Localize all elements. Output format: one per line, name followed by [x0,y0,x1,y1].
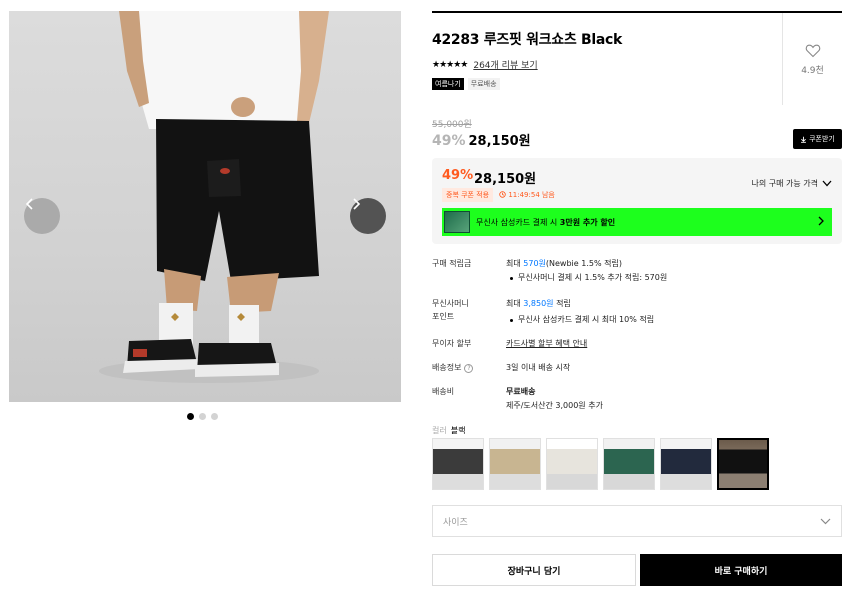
money-amount: 3,850원 [523,299,554,308]
card-image-icon [444,211,470,233]
product-image [9,11,401,402]
detail-row-points: 구매 적립금 최대 570원(Newbie 1.5% 적립) 무신사머니 결제 … [432,257,842,285]
shipping-fee-label: 배송비 [432,387,455,396]
product-tags: 여름나기 무료배송 [432,78,500,90]
color-key: 컬러 [432,426,447,435]
money-label-line2: 포인트 [432,312,455,321]
money-label-line1: 무신사머니 [432,299,469,308]
chevron-down-icon [822,180,832,187]
color-option-label: 컬러 블랙 [432,425,465,436]
points-value: 최대 570원(Newbie 1.5% 적립) 무신사머니 결제 시 1.5% … [506,257,667,285]
chevron-down-icon [820,518,831,524]
color-swatch-green[interactable] [603,438,655,490]
detail-row-installment: 무이자 할부 카드사별 할부 혜택 안내 [432,337,842,351]
money-value: 최대 3,850원 적립 무신사 삼성카드 결제 시 최대 10% 적립 [506,297,654,327]
review-link[interactable]: 264개 리뷰 보기 [473,58,537,71]
shipping-info-label-text: 배송정보 [432,363,462,372]
like-button[interactable]: 4.9천 [782,13,842,105]
promo-box: 49% 28,150원 나의 구매 가능 가격 중복 쿠폰 적용 11:49:5… [432,158,842,244]
color-value: 블랙 [450,426,466,435]
card-promo-banner[interactable]: 무신사 삼성카드 결제 시 3만원 추가 할인 [442,208,832,236]
rating-row: ★★★★★ 264개 리뷰 보기 [432,58,538,72]
shipping-fee-extra: 제주/도서산간 3,000원 추가 [506,401,603,410]
color-swatch-navy[interactable] [660,438,712,490]
installment-link[interactable]: 카드사별 할부 혜택 안내 [506,337,587,351]
heart-icon [805,44,820,57]
points-label: 구매 적립금 [432,259,472,268]
pagination-dot[interactable] [199,413,206,420]
coupon-applied-badge: 중복 쿠폰 적용 [442,188,494,202]
points-amount: 570원 [523,259,546,268]
money-label: 무신사머니 포인트 [432,297,506,327]
chevron-right-icon [353,198,361,210]
previous-image-button[interactable] [24,198,60,234]
like-count: 4.9천 [801,65,824,76]
download-icon [801,136,807,143]
image-pagination [187,413,218,420]
installment-label: 무이자 할부 [432,339,472,348]
discount-rate: 49% [432,133,466,149]
promo-price: 28,150원 [474,172,537,187]
shipping-info-label: 배송정보? [432,361,506,375]
card-banner-bold: 3만원 추가 할인 [559,217,616,227]
star-rating-icon: ★★★★★ [432,59,468,70]
pagination-dot[interactable] [211,413,218,420]
money-suffix: 적립 [553,299,571,308]
promo-sub-row: 중복 쿠폰 적용 11:49:54 남음 [442,188,555,202]
money-prefix: 최대 [506,299,524,308]
chevron-right-icon [818,216,824,226]
original-price: 55,000원 [432,120,472,130]
points-prefix: 최대 [506,259,524,268]
color-swatch-black[interactable] [717,438,769,490]
add-to-cart-button[interactable]: 장바구니 담기 [432,554,636,586]
color-swatch-white[interactable] [546,438,598,490]
price-row: 49% 28,150원 [432,130,531,149]
color-swatches [432,438,769,490]
timer: 11:49:54 남음 [499,190,555,200]
help-icon[interactable]: ? [464,364,474,373]
pagination-dot[interactable] [187,413,194,420]
promo-discount-rate: 49% [442,168,474,183]
my-price-label: 나의 구매 가능 가격 [751,179,818,188]
card-banner-text: 무신사 삼성카드 결제 시 3만원 추가 할인 [476,217,615,228]
size-select[interactable]: 사이즈 [432,505,842,537]
tag-summer: 여름나기 [432,78,464,90]
header-divider [432,11,842,13]
money-bullet: 무신사 삼성카드 결제 시 최대 10% 적립 [518,315,655,324]
card-banner-prefix: 무신사 삼성카드 결제 시 [476,217,560,227]
tag-free-shipping: 무료배송 [467,78,500,90]
points-bullet: 무신사머니 결제 시 1.5% 추가 적립: 570원 [518,273,668,282]
points-suffix: (Newbie 1.5% 적립) [545,259,622,268]
product-title: 42283 루즈핏 워크쇼츠 Black [432,32,623,48]
shipping-fee-value: 무료배송 제주/도서산간 3,000원 추가 [506,385,603,413]
shipping-info-value: 3일 이내 배송 시작 [506,363,571,372]
current-price: 28,150원 [468,134,531,149]
detail-row-shipping-fee: 배송비 무료배송 제주/도서산간 3,000원 추가 [432,385,842,413]
coupon-button[interactable]: 쿠폰받기 [793,129,842,149]
coupon-button-label: 쿠폰받기 [809,135,835,143]
color-swatch-charcoal[interactable] [432,438,484,490]
clock-icon [499,191,506,198]
my-price-toggle[interactable]: 나의 구매 가능 가격 [751,178,832,189]
size-placeholder: 사이즈 [443,517,468,528]
chevron-left-icon [25,198,33,210]
detail-row-money: 무신사머니 포인트 최대 3,850원 적립 무신사 삼성카드 결제 시 최대 … [432,297,842,327]
timer-text: 11:49:54 남음 [508,191,555,199]
color-swatch-khaki[interactable] [489,438,541,490]
buy-now-button[interactable]: 바로 구매하기 [640,554,842,586]
detail-row-shipping-info: 배송정보? 3일 이내 배송 시작 [432,361,842,375]
next-image-button[interactable] [350,198,386,234]
shipping-fee-main: 무료배송 [506,387,536,396]
product-photo [99,11,329,383]
